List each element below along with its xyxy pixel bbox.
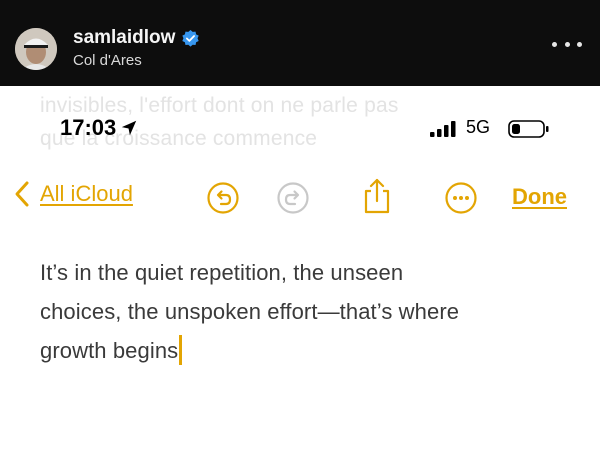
ellipsis-circle-icon[interactable] [444,181,478,215]
username[interactable]: samlaidlow [73,27,175,49]
avatar[interactable] [15,28,57,70]
signal-icon [430,121,456,137]
network-type: 5G [466,117,491,137]
status-time-text: 17:03 [60,115,117,140]
chevron-left-icon [15,181,29,207]
status-time: 17:03 [60,115,138,141]
note-text-area[interactable]: It’s in the quiet repetition, the unseen… [40,253,580,370]
post-location[interactable]: Col d'Ares [73,52,142,69]
note-line: choices, the unspoken effort—that’s wher… [40,299,460,324]
undo-icon[interactable] [206,181,240,215]
username-row[interactable]: samlaidlow [73,27,200,49]
redo-icon[interactable] [276,181,310,215]
note-line: It’s in the quiet repetition, the unseen [40,260,404,285]
post-header: samlaidlow Col d'Ares [0,0,600,86]
location-arrow-icon [122,120,137,136]
done-button[interactable]: Done [512,184,567,210]
battery-icon [508,120,549,138]
note-last-line: growth begins [40,331,580,370]
text-cursor [179,335,183,365]
note-line: growth begins [40,338,179,363]
share-icon[interactable] [360,177,394,215]
back-button-label[interactable]: All iCloud [40,181,133,207]
back-button[interactable]: All iCloud [14,180,133,208]
more-options-icon[interactable] [552,36,582,52]
verified-badge-icon [182,29,200,47]
